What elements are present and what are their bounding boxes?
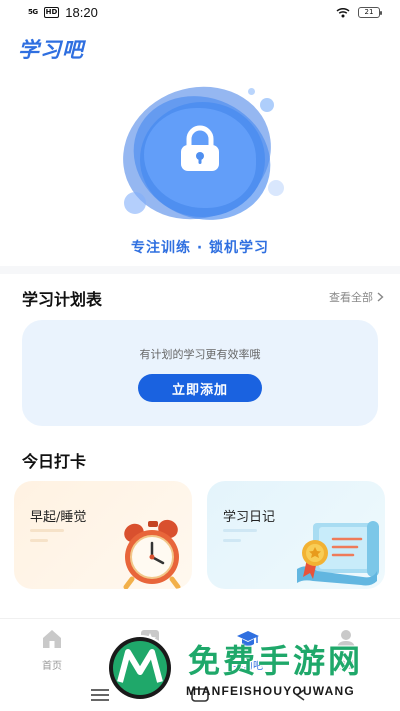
hero-lock-illustration[interactable] (100, 66, 300, 242)
hero-bubble (268, 180, 284, 196)
study-diary-label: 学习日记 (223, 510, 276, 525)
lock-icon (181, 125, 219, 171)
person-icon (337, 630, 355, 649)
checkin-section-title: 今日打卡 (22, 452, 87, 471)
plan-icon (141, 630, 159, 648)
back-icon[interactable] (292, 688, 310, 702)
wake-sleep-card[interactable]: 早起/睡觉 (14, 481, 192, 589)
alarm-clock-icon (123, 519, 181, 589)
graduation-cap-icon (237, 631, 259, 646)
nav-study[interactable]: 学习吧 (218, 627, 278, 672)
plan-section-title: 学习计划表 (22, 290, 103, 309)
wifi-icon (336, 7, 350, 17)
status-time: 18:20 (65, 4, 98, 20)
bottom-nav: 首页 计划 学习吧 我的 (0, 618, 400, 678)
study-diary-card[interactable]: 学习日记 (207, 481, 385, 589)
decor-line (223, 529, 257, 532)
nav-plan-label: 计划 (140, 661, 160, 672)
add-plan-button[interactable]: 立即添加 (138, 374, 262, 402)
plan-hint: 有计划的学习更有效率哦 (139, 348, 261, 361)
home-button-icon[interactable] (191, 688, 209, 702)
status-right: 21 (336, 6, 382, 18)
hero-bubble (124, 192, 146, 214)
view-all-link[interactable]: 查看全部 (329, 289, 384, 305)
plan-card: 有计划的学习更有效率哦 立即添加 (22, 320, 378, 426)
home-icon (43, 630, 61, 648)
system-nav-bar (0, 680, 400, 711)
chevron-right-icon (377, 292, 384, 302)
battery-level: 21 (364, 8, 374, 16)
decor-line (30, 539, 48, 542)
hero-caption: 专注训练 · 锁机学习 (130, 240, 270, 256)
hero-bubble (248, 88, 255, 95)
hd-indicator: HD (43, 6, 60, 18)
status-bar: 5G HD 18:20 21 (0, 0, 400, 24)
decor-line (223, 539, 241, 542)
app-title: 学习吧 (18, 38, 84, 62)
battery-icon: 21 (358, 6, 382, 18)
menu-icon[interactable] (90, 688, 110, 702)
status-left: 5G HD 18:20 (28, 5, 98, 20)
decor-line (30, 529, 64, 532)
view-all-label: 查看全部 (329, 291, 373, 304)
section-divider (0, 266, 400, 274)
nav-plan[interactable]: 计划 (120, 627, 180, 672)
nav-home-label: 首页 (42, 661, 62, 672)
signal-indicator: 5G (28, 7, 38, 16)
wake-sleep-label: 早起/睡觉 (30, 510, 87, 525)
nav-mine-label: 我的 (336, 661, 356, 672)
hero-bubble (260, 98, 274, 112)
nav-mine[interactable]: 我的 (316, 627, 376, 672)
nav-home[interactable]: 首页 (22, 627, 82, 672)
certificate-scroll-icon (297, 521, 379, 586)
nav-study-label: 学习吧 (233, 661, 263, 672)
